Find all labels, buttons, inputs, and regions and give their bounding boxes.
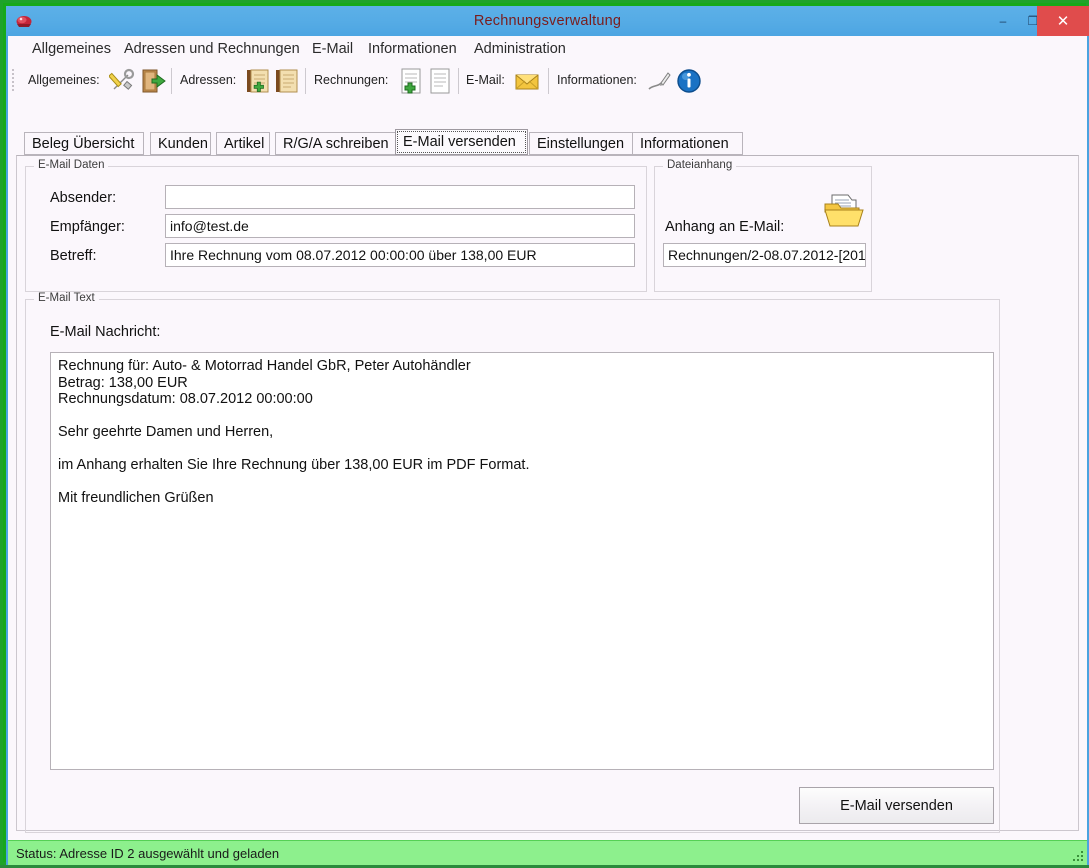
group-email-text: E-Mail Text E-Mail Nachricht: Rechnung f…	[25, 299, 1000, 833]
tool-bar: Allgemeines: Adressen: Rechnungen: E-Mail: I…	[8, 63, 1087, 99]
input-empfaenger[interactable]: info@test.de	[165, 214, 635, 238]
menu-item-4[interactable]: Administration	[466, 36, 574, 63]
label-email-nachricht: E-Mail Nachricht:	[50, 324, 160, 340]
group-email-text-title: E-Mail Text	[34, 292, 99, 304]
toolbar-group-label-0: Allgemeines:	[28, 73, 100, 87]
folder-attachment-icon	[822, 190, 866, 235]
group-email-daten-title: E-Mail Daten	[34, 159, 108, 171]
toolbar-group-label-2: Rechnungen:	[314, 73, 388, 87]
group-email-daten: E-Mail Daten Absender: Empfänger: info@t…	[25, 166, 647, 292]
toolbar-group-label-1: Adressen:	[180, 73, 236, 87]
toolbar-separator-2	[458, 68, 459, 94]
toolbar-group-label-4: Informationen:	[557, 73, 637, 87]
tab-r-g-a-schreiben[interactable]: R/G/A schreiben	[275, 132, 396, 155]
menu-bar: AllgemeinesAdressen und RechnungenE-Mail…	[8, 36, 1087, 63]
menu-item-1[interactable]: Adressen und Rechnungen	[116, 36, 308, 63]
tab-beleg-bersicht[interactable]: Beleg Übersicht	[24, 132, 144, 155]
menu-item-3[interactable]: Informationen	[360, 36, 465, 63]
label-betreff: Betreff:	[50, 248, 96, 264]
client-area: AllgemeinesAdressen und RechnungenE-Mail…	[8, 36, 1087, 840]
title-bar[interactable]: Rechnungsverwaltung – ❐ ✕	[6, 6, 1089, 36]
menu-item-2[interactable]: E-Mail	[304, 36, 361, 63]
toolbar-grip[interactable]	[12, 69, 16, 93]
tab-strip: Beleg ÜbersichtKundenArtikelR/G/A schrei…	[16, 98, 1079, 123]
invoice-icon[interactable]	[426, 67, 454, 95]
resize-grip[interactable]	[1071, 849, 1085, 863]
tab-artikel[interactable]: Artikel	[216, 132, 270, 155]
application-window: Rechnungsverwaltung – ❐ ✕ AllgemeinesAdr…	[0, 0, 1089, 865]
info-icon[interactable]	[675, 67, 703, 95]
close-button[interactable]: ✕	[1037, 6, 1089, 36]
window-inner: Rechnungsverwaltung – ❐ ✕ AllgemeinesAdr…	[6, 6, 1089, 865]
tab-e-mail-versenden[interactable]: E-Mail versenden	[395, 129, 528, 155]
group-dateianhang-title: Dateianhang	[663, 159, 736, 171]
tab-informationen[interactable]: Informationen	[632, 132, 743, 155]
toolbar-separator-3	[548, 68, 549, 94]
label-empfaenger: Empfänger:	[50, 219, 125, 235]
address-book-icon[interactable]	[273, 67, 301, 95]
menu-item-0[interactable]: Allgemeines	[24, 36, 119, 63]
mail-envelope-icon[interactable]	[513, 67, 541, 95]
toolbar-separator-0	[171, 68, 172, 94]
input-email-body[interactable]: Rechnung für: Auto- & Motorrad Handel Gb…	[50, 352, 994, 770]
address-book-add-icon[interactable]	[244, 67, 272, 95]
window-title: Rechnungsverwaltung	[6, 6, 1089, 36]
label-absender: Absender:	[50, 190, 116, 206]
tab-page-email-versenden: E-Mail Daten Absender: Empfänger: info@t…	[16, 155, 1079, 831]
tools-icon[interactable]	[109, 67, 137, 95]
pen-signature-icon[interactable]	[645, 67, 673, 95]
toolbar-separator-1	[305, 68, 306, 94]
input-absender[interactable]	[165, 185, 635, 209]
label-anhang: Anhang an E-Mail:	[665, 219, 784, 235]
tab-einstellungen[interactable]: Einstellungen	[529, 132, 637, 155]
minimize-button[interactable]: –	[986, 6, 1020, 36]
toolbar-group-label-3: E-Mail:	[466, 73, 505, 87]
input-betreff[interactable]: Ihre Rechnung vom 08.07.2012 00:00:00 üb…	[165, 243, 635, 267]
invoice-add-icon[interactable]	[397, 67, 425, 95]
input-anhang[interactable]: Rechnungen/2-08.07.2012-[201207(	[663, 243, 866, 267]
tab-kunden[interactable]: Kunden	[150, 132, 211, 155]
status-bar: Status: Adresse ID 2 ausgewählt und gela…	[8, 840, 1087, 865]
exit-door-icon[interactable]	[138, 67, 166, 95]
minimize-icon: –	[986, 6, 1020, 36]
send-email-button[interactable]: E-Mail versenden	[799, 787, 994, 824]
status-text: Status: Adresse ID 2 ausgewählt und gela…	[16, 841, 279, 866]
group-dateianhang: Dateianhang Anhang an E-Mail:	[654, 166, 872, 292]
